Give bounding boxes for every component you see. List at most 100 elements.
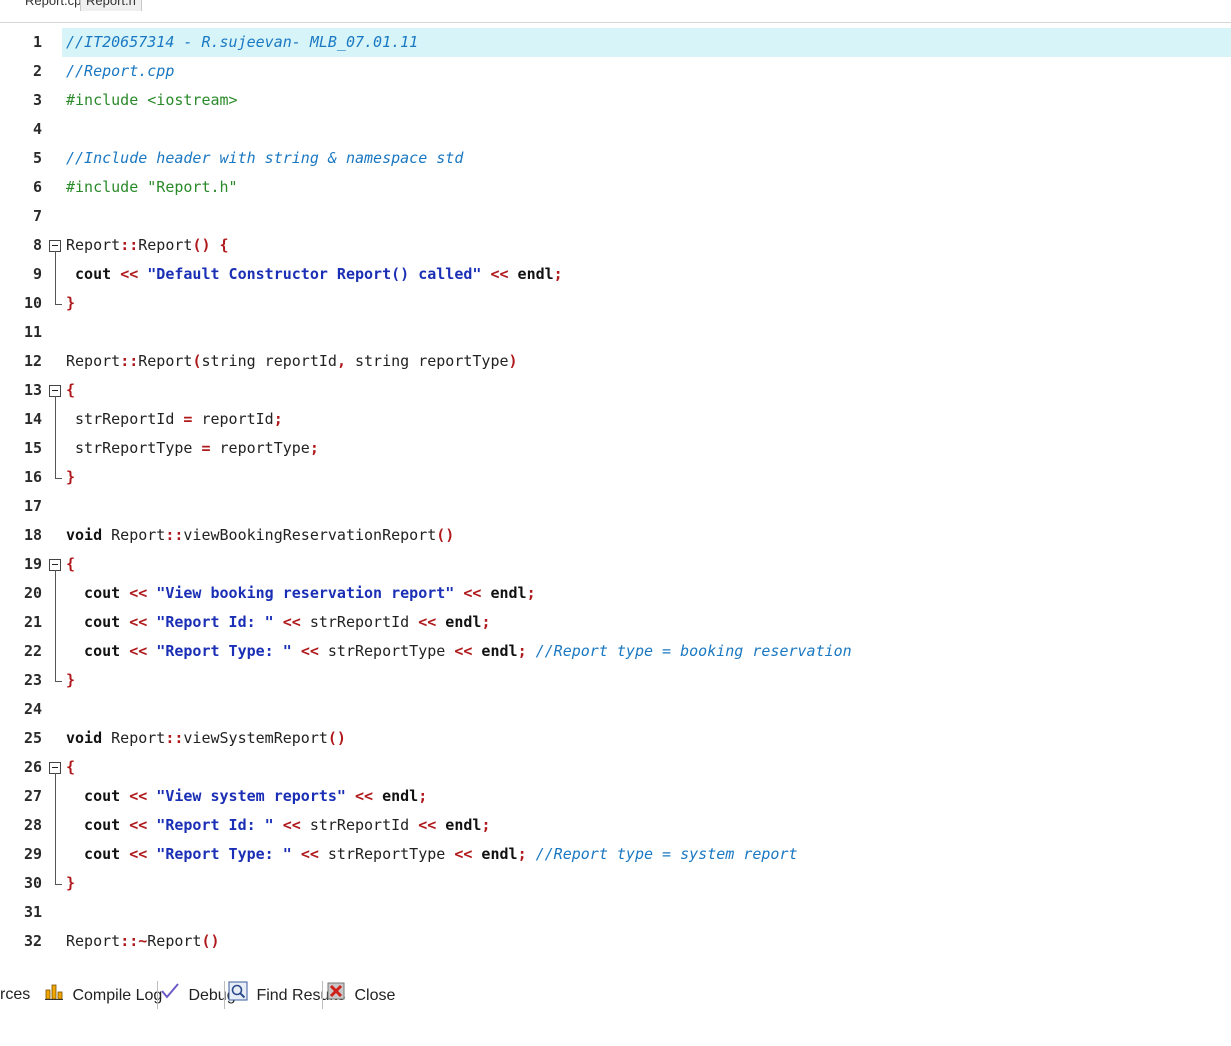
line-number: 18 <box>23 526 42 544</box>
code-line[interactable]: 7 <box>0 202 1231 231</box>
tab-resources[interactable]: rces <box>0 981 30 1009</box>
code-text: #include "Report.h" <box>66 173 238 202</box>
code-text: strReportType = reportType; <box>66 434 319 463</box>
code-text: { <box>66 753 75 782</box>
separator <box>322 981 323 1009</box>
code-line[interactable]: 27 cout << "View system reports" << endl… <box>0 782 1231 811</box>
code-token: ::~ <box>120 932 148 950</box>
code-token: strReportId <box>66 410 184 428</box>
code-token: } <box>66 468 76 486</box>
code-text: cout << "View booking reservation report… <box>66 579 536 608</box>
code-token: string reportType <box>345 352 509 370</box>
tab-close[interactable]: Close <box>326 981 395 1009</box>
editor-tab-bar: Report.cpp Report.h <box>0 0 1231 23</box>
separator <box>157 981 158 1009</box>
code-text: Report::Report(string reportId, string r… <box>66 347 518 376</box>
code-line[interactable]: 31 <box>0 898 1231 927</box>
line-number: 13 <box>23 381 42 399</box>
code-token: Report <box>147 932 202 950</box>
code-token: endl <box>472 642 518 660</box>
code-token: << <box>129 642 148 660</box>
code-token: () <box>436 526 455 544</box>
code-text: } <box>66 666 75 695</box>
separator <box>224 981 225 1009</box>
fold-guide <box>55 570 56 666</box>
code-token: strReportType <box>318 845 455 863</box>
code-text: cout << "Report Type: " << strReportType… <box>66 637 852 666</box>
code-token: ; <box>481 816 491 834</box>
code-text: strReportId = reportId; <box>66 405 283 434</box>
code-token: "View booking reservation report" <box>147 584 464 602</box>
code-token: //Report.cpp <box>66 62 175 80</box>
code-token: << <box>463 584 482 602</box>
line-number: 32 <box>23 932 42 950</box>
code-token: << <box>129 613 148 631</box>
code-line[interactable]: 24 <box>0 695 1231 724</box>
code-token: } <box>66 294 76 312</box>
code-line[interactable]: 29 cout << "Report Type: " << strReportT… <box>0 840 1231 869</box>
code-line[interactable]: 26 { <box>0 753 1231 782</box>
fold-guide <box>55 251 56 289</box>
code-text: //Report.cpp <box>66 57 174 86</box>
code-line[interactable]: 8 Report::Report() { <box>0 231 1231 260</box>
code-line[interactable]: 30} <box>0 869 1231 898</box>
code-line[interactable]: 1 //IT20657314 - R.sujeevan- MLB_07.01.11 <box>0 28 1231 57</box>
code-token: endl <box>508 265 554 283</box>
code-token: << <box>129 845 148 863</box>
code-token: endl <box>436 816 482 834</box>
code-text: } <box>66 289 75 318</box>
code-token: ; <box>517 845 527 863</box>
code-line[interactable]: 14 strReportId = reportId; <box>0 405 1231 434</box>
code-line[interactable]: 5 //Include header with string & namespac… <box>0 144 1231 173</box>
code-line[interactable]: 20 cout << "View booking reservation rep… <box>0 579 1231 608</box>
code-token: Report <box>66 932 121 950</box>
line-number: 12 <box>23 352 42 370</box>
code-text: cout << "Report Type: " << strReportType… <box>66 840 797 869</box>
code-token: Report <box>66 352 121 370</box>
line-number: 1 <box>32 33 42 51</box>
code-line[interactable]: 11 <box>0 318 1231 347</box>
code-editor[interactable]: 1 //IT20657314 - R.sujeevan- MLB_07.01.11… <box>0 28 1231 968</box>
code-line[interactable]: 19 { <box>0 550 1231 579</box>
code-line[interactable]: 12 Report::Report(string reportId, string… <box>0 347 1231 376</box>
code-line[interactable]: 13 { <box>0 376 1231 405</box>
code-line[interactable]: 6 #include "Report.h" <box>0 173 1231 202</box>
code-line[interactable]: 17 <box>0 492 1231 521</box>
line-number: 25 <box>23 729 42 747</box>
code-token: ; <box>273 410 283 428</box>
fold-end-marker <box>55 869 62 885</box>
code-line[interactable]: 32 Report::~Report() <box>0 927 1231 956</box>
code-line[interactable]: 16} <box>0 463 1231 492</box>
code-token: () { <box>192 236 229 254</box>
code-token: strReportId <box>300 613 419 631</box>
line-number: 8 <box>32 236 42 254</box>
fold-end-marker <box>55 666 62 682</box>
code-token: cout <box>66 845 130 863</box>
line-number: 17 <box>23 497 42 515</box>
code-line[interactable]: 10} <box>0 289 1231 318</box>
code-line[interactable]: 25 void Report::viewSystemReport() <box>0 724 1231 753</box>
code-text: cout << "Report Id: " << strReportId << … <box>66 608 490 637</box>
code-line[interactable]: 23} <box>0 666 1231 695</box>
code-line[interactable]: 22 cout << "Report Type: " << strReportT… <box>0 637 1231 666</box>
fold-end-marker <box>55 463 62 479</box>
code-line[interactable]: 15 strReportType = reportType; <box>0 434 1231 463</box>
tab-compile-log[interactable]: Compile Log <box>44 981 162 1009</box>
tab-report-h[interactable]: Report.h <box>80 0 142 11</box>
code-text: Report::~Report() <box>66 927 220 956</box>
compile-log-icon <box>44 981 64 1011</box>
code-line[interactable]: 21 cout << "Report Id: " << strReportId … <box>0 608 1231 637</box>
tab-resources-label: rces <box>0 986 31 1003</box>
code-line[interactable]: 28 cout << "Report Id: " << strReportId … <box>0 811 1231 840</box>
tab-compile-log-label: Compile Log <box>72 987 163 1005</box>
line-number: 9 <box>32 265 42 283</box>
code-line[interactable]: 9 cout << "Default Constructor Report() … <box>0 260 1231 289</box>
code-token: //Report type = booking reservation <box>526 642 852 660</box>
line-number: 16 <box>23 468 42 486</box>
code-line[interactable]: 4 <box>0 115 1231 144</box>
code-token: Report <box>138 236 193 254</box>
code-line[interactable]: 18 void Report::viewBookingReservationRep… <box>0 521 1231 550</box>
code-line[interactable]: 2 //Report.cpp <box>0 57 1231 86</box>
line-number: 31 <box>23 903 42 921</box>
code-line[interactable]: 3 #include <iostream> <box>0 86 1231 115</box>
